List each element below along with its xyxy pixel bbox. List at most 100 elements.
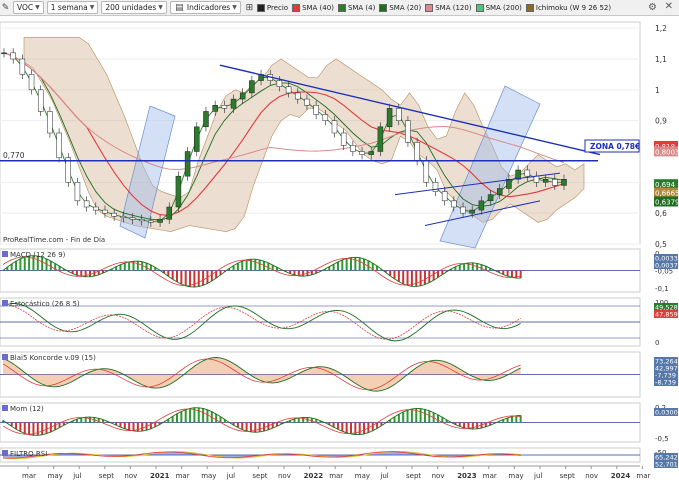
legend-item[interactable]: SMA (4)	[337, 3, 375, 12]
price-tag-label: 47,859	[655, 311, 678, 319]
candle-body	[368, 151, 374, 155]
candle-body	[405, 120, 411, 143]
legend-item[interactable]: Ichimoku (W 9 26 52)	[525, 3, 612, 12]
chart-canvas[interactable]: 1,21,110,90,70,60,50,770ZONA 0,78€0,8180…	[0, 16, 679, 487]
y-tick-label: -0,5	[655, 435, 669, 443]
legend-swatch	[525, 3, 534, 12]
support-label: 0,770	[3, 151, 25, 160]
legend-item[interactable]: SMA (200)	[475, 3, 522, 12]
panel-title: MACD (12 26 9)	[10, 251, 66, 259]
candle-body	[239, 92, 246, 100]
candle-body	[111, 212, 117, 217]
y-tick-label: 0,5	[655, 240, 667, 249]
price-tag-label: 0,0300	[655, 409, 678, 417]
legend-swatch	[337, 3, 346, 12]
candle-body	[359, 151, 365, 155]
panel-title: Mom (12)	[10, 405, 44, 413]
candle-body	[166, 206, 172, 220]
drawing-tools-icon[interactable]: ⊞	[244, 2, 255, 13]
price-tag-label: -8,739	[655, 379, 676, 387]
candle-body	[10, 52, 16, 60]
legend-label: Ichimoku (W 9 26 52)	[535, 3, 612, 12]
y-tick-label: 0,9	[655, 117, 667, 126]
candle-body	[542, 179, 549, 183]
candle-body	[212, 105, 218, 112]
legend-swatch	[256, 3, 265, 12]
y-tick-label: 0	[655, 339, 659, 347]
symbol-label: VOC	[17, 3, 34, 12]
candle-body	[350, 145, 356, 152]
gear-icon[interactable]: ⚙	[648, 2, 657, 13]
indicators-icon: ▤	[175, 2, 184, 13]
candle-body	[175, 175, 182, 208]
x-tick-label: jul	[379, 472, 388, 480]
candle-body	[313, 105, 319, 115]
candle-body	[441, 191, 448, 202]
indicators-button[interactable]: ▤ Indicadores ▼	[169, 1, 241, 14]
x-tick-label: sept	[560, 472, 575, 480]
candle-body	[533, 175, 540, 183]
indicators-label: Indicadores	[186, 3, 231, 12]
legend-item[interactable]: SMA (120)	[425, 3, 472, 12]
x-tick-label: may	[508, 472, 523, 480]
x-tick-label: sept	[406, 472, 421, 480]
candle-body	[423, 160, 430, 183]
y-tick-label: -0,1	[655, 285, 669, 293]
candle-body	[138, 219, 145, 222]
x-tick-label: nov	[585, 472, 598, 480]
legend-swatch	[475, 3, 484, 12]
candle-body	[56, 132, 62, 158]
candle-body	[386, 108, 393, 128]
candle-body	[93, 206, 99, 211]
x-tick-label: sept	[252, 472, 267, 480]
x-tick-label: may	[48, 472, 63, 480]
chart-subtitle: ProRealTime.com - Fin de Día	[3, 236, 105, 244]
x-tick-label: jul	[72, 472, 81, 480]
candle-body	[129, 217, 136, 220]
legend-item[interactable]: SMA (20)	[379, 3, 421, 12]
panel-title: Estocástico (26 8 5)	[10, 300, 80, 308]
chevron-down-icon: ▼	[232, 4, 237, 11]
chevron-down-icon: ▼	[89, 4, 95, 11]
candle-body	[83, 200, 90, 208]
x-tick-label: mar	[176, 472, 190, 480]
y-tick-label: 0,6	[655, 209, 667, 218]
panel-title: FILTRO RSI	[10, 450, 47, 458]
candle-body	[460, 206, 466, 214]
indicator-legend: Precio SMA (40) SMA (4) SMA (20) SMA (120) SM…	[256, 3, 615, 12]
candle-body	[184, 151, 191, 177]
period-dropdown[interactable]: 1 semana ▼	[46, 1, 99, 14]
panel-title-icon	[2, 300, 8, 306]
candle-body	[304, 98, 310, 106]
candle-body	[432, 182, 439, 192]
zone-annotation: ZONA 0,78€	[590, 142, 640, 151]
x-tick-label: 2022	[304, 472, 324, 480]
units-label: 200 unidades	[105, 3, 157, 12]
candle-body	[1, 52, 7, 55]
x-tick-label: jul	[226, 472, 235, 480]
candle-body	[524, 169, 531, 177]
candle-body	[47, 111, 53, 134]
candle-body	[377, 126, 384, 152]
candle-body	[414, 142, 420, 161]
symbol-dropdown[interactable]: VOC ▼	[13, 1, 44, 14]
x-tick-label: may	[355, 472, 370, 480]
y-tick-label: 1,1	[655, 55, 667, 64]
x-tick-label: 2024	[611, 472, 631, 480]
price-tag-label: 0,6665	[655, 190, 679, 198]
candle-body	[221, 105, 228, 109]
candle-body	[469, 209, 475, 214]
candle-body	[322, 114, 329, 121]
legend-item[interactable]: Precio	[256, 3, 289, 12]
close-icon[interactable]: ✕	[665, 1, 673, 12]
pencil-icon[interactable]: ✎	[0, 2, 11, 13]
candle-body	[120, 216, 127, 219]
x-tick-label: jul	[533, 472, 542, 480]
candle-body	[331, 120, 338, 134]
candle-body	[249, 80, 255, 94]
legend-item[interactable]: SMA (40)	[292, 3, 334, 12]
x-tick-label: may	[201, 472, 216, 480]
legend-label: SMA (120)	[435, 3, 472, 12]
legend-label: Precio	[266, 3, 289, 12]
units-dropdown[interactable]: 200 unidades ▼	[101, 1, 167, 14]
